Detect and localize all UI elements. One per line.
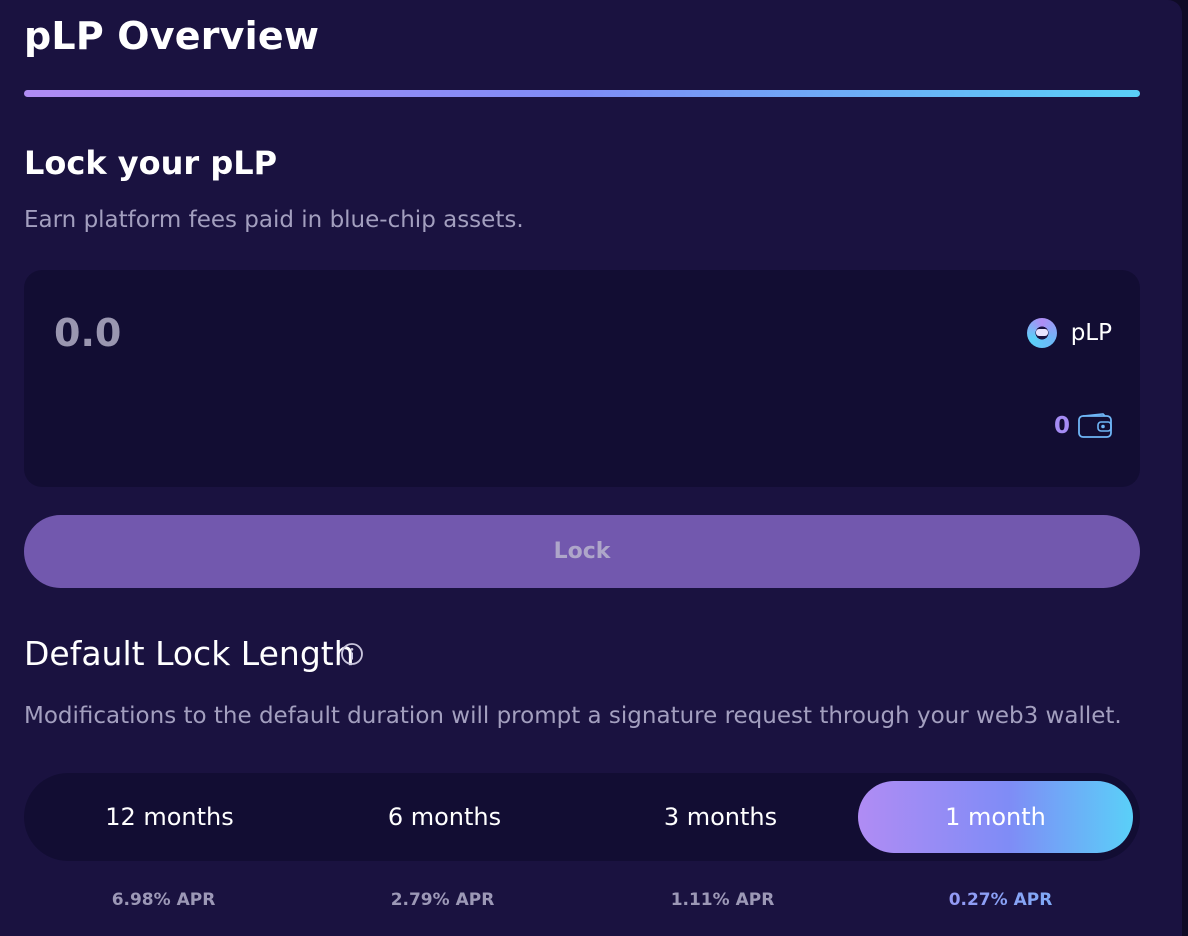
- lock-amount-box: pLP 0: [24, 270, 1140, 487]
- lock-length-selector: 12 months 6 months 3 months 1 month: [24, 773, 1140, 861]
- apr-3-months: 1.11% APR: [670, 890, 775, 910]
- wallet-balance-value: 0: [1053, 413, 1070, 439]
- apr-6-months: 2.79% APR: [390, 890, 495, 910]
- apr-1-month: 0.27% APR: [863, 890, 1138, 910]
- token-label: pLP: [1070, 320, 1112, 346]
- lock-section-subtitle: Earn platform fees paid in blue-chip ass…: [24, 207, 524, 233]
- lock-option-12-months[interactable]: 12 months: [32, 781, 307, 853]
- apr-12-months: 6.98% APR: [111, 890, 216, 910]
- wallet-icon: [1078, 413, 1112, 439]
- lock-button[interactable]: Lock: [24, 515, 1140, 588]
- info-icon[interactable]: [340, 642, 364, 666]
- lock-amount-input[interactable]: [52, 310, 656, 356]
- default-lock-length-title: Default Lock Length: [24, 634, 355, 673]
- plp-overview-panel: pLP Overview Lock your pLP Earn platform…: [0, 0, 1182, 936]
- lock-option-1-month[interactable]: 1 month: [858, 781, 1133, 853]
- lock-section-title: Lock your pLP: [24, 144, 278, 182]
- default-lock-description: Modifications to the default duration wi…: [24, 703, 1122, 729]
- plp-token-icon: [1026, 318, 1057, 348]
- page-title: pLP Overview: [24, 14, 320, 58]
- title-divider: [24, 90, 1140, 97]
- token-selector: pLP: [1026, 318, 1112, 348]
- lock-option-6-months[interactable]: 6 months: [307, 781, 582, 853]
- wallet-balance[interactable]: 0: [1054, 413, 1112, 439]
- lock-option-3-months[interactable]: 3 months: [583, 781, 858, 853]
